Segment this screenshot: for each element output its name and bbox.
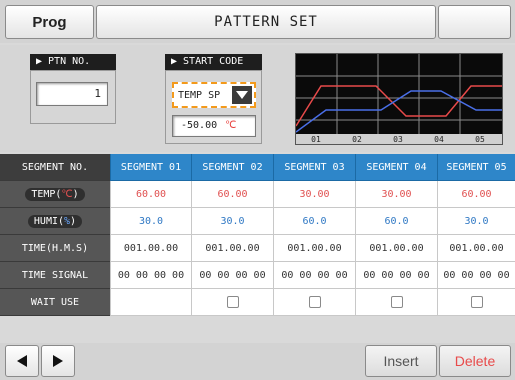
- time-signal-cell[interactable]: 00 00 00 00: [437, 262, 515, 289]
- time-cell[interactable]: 001.00.00: [437, 235, 515, 262]
- table-row-temp: TEMP(℃) 60.00 60.00 30.00 30.00 60.00: [0, 181, 515, 208]
- table-row-wait-use: WAIT USE: [0, 289, 515, 316]
- row-label-wait-use: WAIT USE: [0, 289, 110, 316]
- row-label-temp: TEMP(℃): [0, 181, 110, 208]
- humi-cell[interactable]: 30.0: [110, 208, 191, 235]
- bottom-bar: Insert Delete: [0, 343, 515, 380]
- wait-use-cell: [273, 289, 355, 316]
- segment-header-cell[interactable]: SEGMENT 05: [437, 154, 515, 181]
- row-label-pill: TEMP(℃): [25, 187, 85, 201]
- start-temp-value: -50.00: [181, 120, 218, 131]
- wait-use-checkbox[interactable]: [390, 296, 403, 308]
- graph-humi-line: [295, 90, 502, 133]
- start-code-select[interactable]: TEMP SP: [172, 82, 256, 108]
- time-signal-cell[interactable]: 00 00 00 00: [110, 262, 191, 289]
- table-row-time-signal: TIME SIGNAL 00 00 00 00 00 00 00 00 00 0…: [0, 262, 515, 289]
- row-label-text: SEGMENT NO.: [21, 161, 89, 173]
- row-label-text: HUMI(: [33, 215, 65, 227]
- insert-button[interactable]: Insert: [365, 345, 437, 377]
- ptn-no-input[interactable]: 1: [36, 82, 108, 106]
- next-segment-button[interactable]: [41, 345, 75, 377]
- top-bar: Prog PATTERN SET: [0, 0, 515, 43]
- chevron-down-icon[interactable]: [232, 86, 252, 104]
- row-label-humi: HUMI(%): [0, 208, 110, 235]
- time-signal-cell[interactable]: 00 00 00 00: [355, 262, 437, 289]
- temp-cell[interactable]: 60.00: [110, 181, 191, 208]
- time-cell[interactable]: 001.00.00: [273, 235, 355, 262]
- wait-use-cell: [191, 289, 273, 316]
- wait-use-cell-empty: [110, 289, 191, 316]
- prev-segment-button[interactable]: [5, 345, 39, 377]
- pattern-graph: 01 02 03 04 05: [295, 53, 503, 145]
- pattern-graph-svg: 01 02 03 04 05: [295, 54, 502, 144]
- row-label-text: ): [70, 215, 77, 227]
- delete-button[interactable]: Delete: [439, 345, 511, 377]
- humi-cell[interactable]: 60.0: [273, 208, 355, 235]
- time-signal-cell[interactable]: 00 00 00 00: [191, 262, 273, 289]
- segment-header-cell[interactable]: SEGMENT 04: [355, 154, 437, 181]
- time-cell[interactable]: 001.00.00: [355, 235, 437, 262]
- wait-use-checkbox[interactable]: [308, 296, 321, 308]
- row-label-text: TIME(H.M.S): [21, 242, 89, 254]
- ptn-no-label: ▶ PTN NO.: [30, 54, 116, 70]
- graph-x-label: 05: [475, 135, 485, 144]
- table-row-time: TIME(H.M.S) 001.00.00 001.00.00 001.00.0…: [0, 235, 515, 262]
- row-label-segment-no: SEGMENT NO.: [0, 154, 110, 181]
- row-label-pill: HUMI(%): [27, 214, 83, 228]
- row-label-text: TIME SIGNAL: [21, 269, 89, 281]
- wait-use-cell: [437, 289, 515, 316]
- humi-cell[interactable]: 30.0: [437, 208, 515, 235]
- row-label-time-signal: TIME SIGNAL: [0, 262, 110, 289]
- wait-use-checkbox[interactable]: [470, 296, 483, 308]
- start-code-select-value: TEMP SP: [178, 89, 221, 101]
- page-title: PATTERN SET: [96, 5, 436, 39]
- wait-use-cell: [355, 289, 437, 316]
- row-label-text: TEMP(: [31, 188, 62, 200]
- start-code-label: ▶ START CODE: [165, 54, 262, 70]
- arrow-left-icon: [17, 355, 27, 367]
- temp-cell[interactable]: 60.00: [191, 181, 273, 208]
- segment-header-cell[interactable]: SEGMENT 03: [273, 154, 355, 181]
- temp-cell[interactable]: 30.00: [273, 181, 355, 208]
- time-cell[interactable]: 001.00.00: [191, 235, 273, 262]
- start-temp-input[interactable]: -50.00 ℃: [172, 115, 256, 137]
- arrow-right-icon: [53, 355, 63, 367]
- row-label-time: TIME(H.M.S): [0, 235, 110, 262]
- graph-x-label: 01: [311, 135, 321, 144]
- temp-unit: ℃: [61, 188, 73, 200]
- temp-cell[interactable]: 30.00: [355, 181, 437, 208]
- table-row-humi: HUMI(%) 30.0 30.0 60.0 60.0 30.0: [0, 208, 515, 235]
- row-label-text: ): [72, 188, 79, 200]
- top-right-button[interactable]: [438, 5, 511, 39]
- row-label-text: WAIT USE: [30, 296, 80, 308]
- table-row-segment-no: SEGMENT NO. SEGMENT 01 SEGMENT 02 SEGMEN…: [0, 154, 515, 181]
- time-cell[interactable]: 001.00.00: [110, 235, 191, 262]
- humi-cell[interactable]: 60.0: [355, 208, 437, 235]
- time-signal-cell[interactable]: 00 00 00 00: [273, 262, 355, 289]
- graph-x-label: 02: [352, 135, 362, 144]
- graph-x-label: 03: [393, 135, 403, 144]
- wait-use-checkbox[interactable]: [226, 296, 239, 308]
- humi-cell[interactable]: 30.0: [191, 208, 273, 235]
- start-temp-unit: ℃: [225, 120, 237, 131]
- segment-header-cell[interactable]: SEGMENT 01: [110, 154, 191, 181]
- prog-button[interactable]: Prog: [5, 5, 94, 39]
- segment-header-cell[interactable]: SEGMENT 02: [191, 154, 273, 181]
- graph-x-label: 04: [434, 135, 444, 144]
- temp-cell[interactable]: 60.00: [437, 181, 515, 208]
